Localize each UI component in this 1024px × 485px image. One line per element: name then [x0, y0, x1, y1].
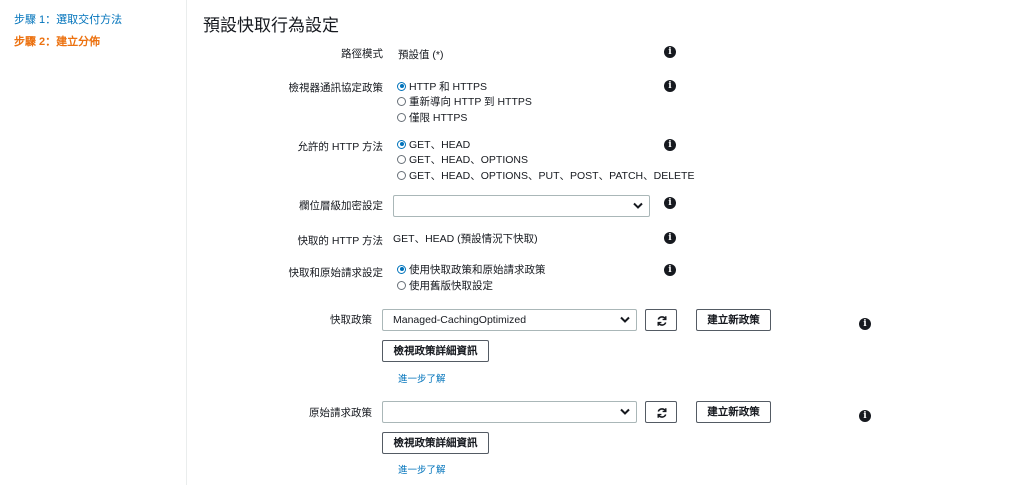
cache-policy-label: 快取政策 — [330, 314, 372, 326]
origin-request-policy-select[interactable] — [382, 401, 637, 423]
field-encryption-label: 欄位層級加密設定 — [299, 200, 383, 212]
info-icon[interactable]: i — [664, 232, 676, 244]
info-icon[interactable]: i — [859, 410, 871, 422]
radio-label: GET、HEAD、OPTIONS — [409, 153, 529, 166]
radio-selected[interactable] — [397, 81, 406, 91]
cache-policy-select[interactable]: Managed-CachingOptimized — [382, 309, 637, 331]
chevron-down-icon — [620, 316, 630, 323]
cache-policy-details-button[interactable]: 檢視政策詳細資訊 — [382, 340, 489, 362]
info-icon[interactable]: i — [664, 139, 676, 151]
cached-methods-label-wrap: 快取的 HTTP 方法 — [188, 233, 383, 253]
cache-policy-create-button[interactable]: 建立新政策 — [696, 309, 771, 331]
radio-label: GET、HEAD — [409, 138, 471, 151]
path-pattern-value: 預設值 (*) — [398, 49, 444, 61]
viewer-protocol-option-http-https[interactable]: HTTP 和 HTTPS — [397, 79, 487, 93]
origin-request-policy-label: 原始請求政策 — [309, 407, 372, 419]
viewer-protocol-label: 檢視器通訊協定政策 — [288, 82, 384, 94]
allowed-methods-label-wrap: 允許的 HTTP 方法 — [188, 139, 383, 159]
radio-unselected[interactable] — [397, 96, 406, 106]
cache-policy-learn-more-link[interactable]: 進一步了解 — [398, 371, 446, 385]
viewer-protocol-option-redirect[interactable]: 重新導向 HTTP 到 HTTPS — [397, 94, 532, 108]
info-icon[interactable]: i — [664, 80, 676, 92]
path-pattern-label-wrap: 路徑模式 — [188, 46, 383, 66]
cached-methods-label: 快取的 HTTP 方法 — [297, 235, 383, 247]
cache-origin-label-wrap: 快取和原始請求設定 — [188, 265, 384, 285]
allowed-methods-option-get-head[interactable]: GET、HEAD — [397, 137, 470, 151]
viewer-protocol-option-https-only[interactable]: 僅限 HTTPS — [397, 110, 467, 124]
radio-label: GET、HEAD、OPTIONS、PUT、POST、PATCH、DELETE — [409, 169, 695, 182]
sidebar: 步驟 1：選取交付方法 步驟 2：建立分佈 — [0, 0, 187, 485]
origin-request-policy-details-button[interactable]: 檢視政策詳細資訊 — [382, 432, 489, 454]
radio-label: 使用舊版快取設定 — [409, 279, 493, 292]
origin-request-policy-create-button[interactable]: 建立新政策 — [696, 401, 771, 423]
viewer-protocol-label-wrap: 檢視器通訊協定政策 — [188, 80, 384, 100]
allowed-methods-option-all[interactable]: GET、HEAD、OPTIONS、PUT、POST、PATCH、DELETE — [397, 168, 694, 182]
radio-selected[interactable] — [397, 139, 406, 149]
refresh-icon — [657, 316, 667, 326]
radio-unselected[interactable] — [397, 280, 406, 290]
path-pattern-label: 路徑模式 — [341, 48, 383, 60]
field-encryption-select[interactable] — [393, 195, 650, 217]
radio-unselected[interactable] — [397, 154, 406, 164]
radio-unselected[interactable] — [397, 112, 406, 122]
sidebar-step-1-link[interactable]: 步驟 1：選取交付方法 — [14, 11, 122, 27]
main-content: 預設快取行為設定 路徑模式 預設值 (*) i 檢視器通訊協定政策 HTTP 和… — [188, 0, 1024, 485]
info-icon[interactable]: i — [664, 264, 676, 276]
radio-label: 僅限 HTTPS — [409, 111, 468, 124]
cached-methods-value: GET、HEAD (預設情況下快取) — [393, 233, 538, 245]
radio-label: 使用快取政策和原始請求政策 — [409, 263, 546, 276]
radio-label: 重新導向 HTTP 到 HTTPS — [409, 95, 532, 108]
chevron-down-icon — [633, 202, 643, 209]
field-encryption-label-wrap: 欄位層級加密設定 — [188, 198, 383, 218]
cache-origin-label: 快取和原始請求設定 — [288, 267, 384, 279]
page-title: 預設快取行為設定 — [203, 16, 339, 35]
radio-unselected[interactable] — [397, 170, 406, 180]
radio-label: HTTP 和 HTTPS — [409, 80, 487, 93]
allowed-methods-option-get-head-options[interactable]: GET、HEAD、OPTIONS — [397, 152, 528, 166]
info-icon[interactable]: i — [664, 197, 676, 209]
origin-request-policy-refresh-button[interactable] — [645, 401, 677, 423]
allowed-methods-label: 允許的 HTTP 方法 — [297, 141, 383, 153]
cache-policy-value: Managed-CachingOptimized — [393, 314, 527, 326]
info-icon[interactable]: i — [664, 46, 676, 58]
sidebar-step-2-current: 步驟 2：建立分佈 — [14, 36, 101, 48]
cache-origin-option-policies[interactable]: 使用快取政策和原始請求政策 — [397, 262, 546, 276]
refresh-icon — [657, 408, 667, 418]
radio-selected[interactable] — [397, 264, 406, 274]
cache-policy-refresh-button[interactable] — [645, 309, 677, 331]
cache-origin-option-legacy[interactable]: 使用舊版快取設定 — [397, 278, 493, 292]
origin-request-policy-learn-more-link[interactable]: 進一步了解 — [398, 462, 446, 476]
info-icon[interactable]: i — [859, 318, 871, 330]
chevron-down-icon — [620, 408, 630, 415]
